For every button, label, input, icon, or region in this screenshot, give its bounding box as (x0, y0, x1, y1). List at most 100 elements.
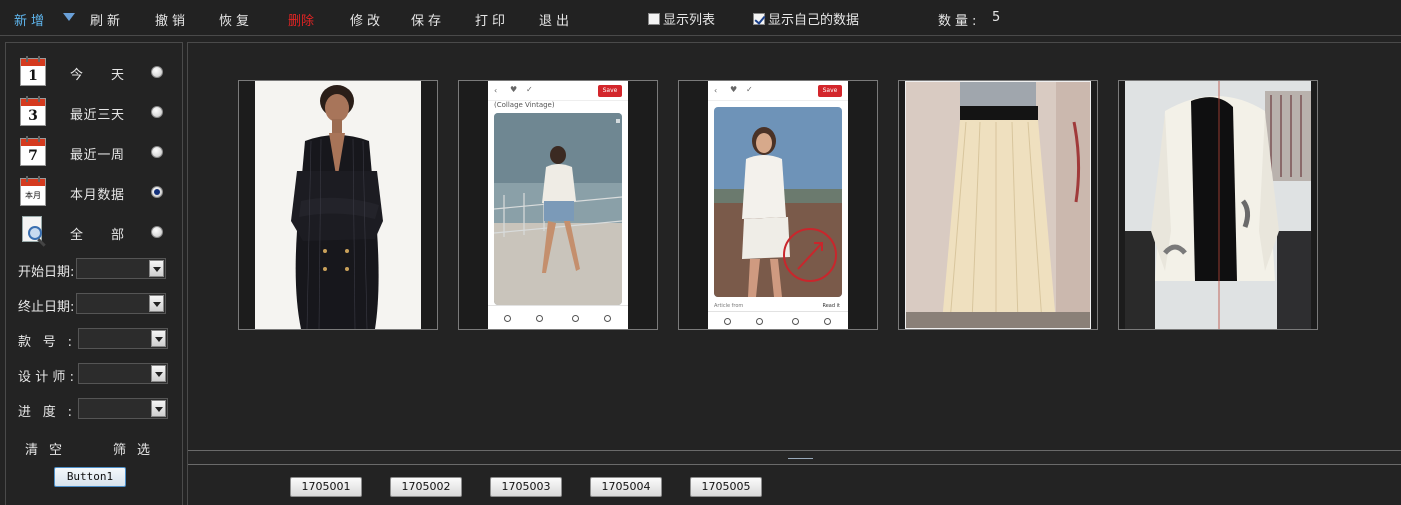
filter-sidebar: 1 今天 3 最近三天 7 最近一周 本月 本月数据 全部 开始日期: 终止日期… (5, 42, 183, 505)
sku-button[interactable]: 1705005 (690, 477, 762, 497)
progress-label: 进度: (18, 405, 72, 420)
chevron-down-icon[interactable] (151, 400, 166, 417)
profile-icon (604, 315, 611, 322)
designer-label: 设计师: (18, 370, 74, 385)
end-date-row: 终止日期: (18, 293, 178, 315)
product-photo: ‹ ♥ ✓ Save Article from Read it (708, 81, 848, 329)
show-own-data-checkbox[interactable]: 显示自己的数据 (753, 9, 859, 28)
read-it-link: Read it (822, 303, 840, 309)
exit-button[interactable]: 退出 (539, 10, 573, 29)
app-header: ‹ ♥ ✓ Save (708, 81, 848, 101)
gallery-panel: ‹ ♥ ✓ Save (Collage Vintage) ‹ ♥ ✓ Save … (187, 42, 1401, 505)
messages-icon (792, 318, 799, 325)
toolbar: 新增 刷新 撤销 恢复 删除 修改 保存 打印 退出 显示列表 显示自己的数据 … (0, 0, 1401, 36)
delete-button[interactable]: 删除 (288, 10, 314, 29)
end-date-picker[interactable] (76, 293, 166, 314)
radio-button[interactable] (151, 226, 163, 238)
calendar-3-icon: 3 (20, 96, 46, 126)
sku-button[interactable]: 1705002 (390, 477, 462, 497)
radio-button[interactable] (151, 146, 163, 158)
show-list-label: 显示列表 (663, 13, 716, 28)
date-option-label: 全部 (70, 228, 124, 243)
app-header: ‹ ♥ ✓ Save (488, 81, 628, 101)
progress-select[interactable] (78, 398, 168, 419)
button1[interactable]: Button1 (54, 467, 126, 487)
undo-button[interactable]: 撤销 (155, 10, 189, 29)
edit-button[interactable]: 修改 (350, 10, 384, 29)
radio-button[interactable] (151, 186, 163, 198)
back-icon: ‹ (494, 86, 498, 95)
search-icon (756, 318, 763, 325)
start-date-row: 开始日期: (18, 258, 178, 280)
sku-button[interactable]: 1705004 (590, 477, 662, 497)
style-number-label: 款号: (18, 335, 72, 350)
save-pin-button: Save (818, 85, 842, 97)
heart-icon: ♥ (510, 85, 518, 94)
app-footer (708, 311, 848, 329)
designer-row: 设计师: (18, 363, 178, 385)
date-option-label: 最近一周 (70, 148, 124, 163)
style-number-row: 款号: (18, 328, 178, 350)
pin-image (714, 107, 842, 297)
chevron-down-icon[interactable] (149, 260, 164, 277)
gallery-thumbnail[interactable] (238, 80, 438, 330)
designer-select[interactable] (78, 363, 168, 384)
calendar-7-icon: 7 (20, 136, 46, 166)
radio-button[interactable] (151, 106, 163, 118)
search-icon (536, 315, 543, 322)
start-date-picker[interactable] (76, 258, 166, 279)
back-icon: ‹ (714, 86, 718, 95)
product-photo (255, 81, 421, 329)
chevron-down-icon[interactable] (149, 295, 164, 312)
date-option-all[interactable]: 全部 (20, 216, 170, 248)
date-option-last-week[interactable]: 7 最近一周 (20, 136, 170, 168)
gallery-thumbnail[interactable]: ‹ ♥ ✓ Save (Collage Vintage) (458, 80, 658, 330)
date-option-label: 本月数据 (70, 188, 124, 203)
show-list-checkbox[interactable]: 显示列表 (648, 9, 715, 28)
calendar-1-icon: 1 (20, 56, 46, 86)
add-button[interactable]: 新增 (14, 10, 48, 29)
count-label: 数量: (938, 14, 981, 29)
messages-icon (572, 315, 579, 322)
date-option-label: 最近三天 (70, 108, 124, 123)
heart-icon: ♥ (730, 85, 738, 94)
date-option-last-3-days[interactable]: 3 最近三天 (20, 96, 170, 128)
checkbox-box[interactable] (753, 12, 765, 25)
profile-icon (824, 318, 831, 325)
search-document-icon (20, 216, 48, 247)
style-number-select[interactable] (78, 328, 168, 349)
check-icon: ✓ (526, 85, 533, 94)
pin-caption: (Collage Vintage) (494, 101, 555, 109)
gallery-thumbnail[interactable]: ‹ ♥ ✓ Save Article from Read it (678, 80, 878, 330)
app-footer (488, 305, 628, 329)
sku-button[interactable]: 1705003 (490, 477, 562, 497)
panel-splitter[interactable] (188, 450, 1401, 465)
date-option-this-month[interactable]: 本月 本月数据 (20, 176, 170, 208)
show-own-data-label: 显示自己的数据 (768, 13, 860, 28)
product-photo: ‹ ♥ ✓ Save (Collage Vintage) (488, 81, 628, 329)
pinterest-icon (504, 315, 511, 322)
checkbox-box[interactable] (648, 12, 660, 25)
refresh-button[interactable]: 刷新 (90, 10, 124, 29)
chevron-down-icon[interactable] (151, 365, 166, 382)
filter-button[interactable]: 筛选 (113, 439, 161, 458)
date-option-today[interactable]: 1 今天 (20, 56, 170, 88)
clear-button[interactable]: 清空 (25, 439, 73, 458)
progress-row: 进度: (18, 398, 178, 420)
pin-image (494, 113, 622, 305)
gallery-thumbnail[interactable] (898, 80, 1098, 330)
save-button[interactable]: 保存 (411, 10, 445, 29)
pinterest-icon (724, 318, 731, 325)
product-photo (905, 81, 1091, 329)
print-button[interactable]: 打印 (475, 10, 509, 29)
radio-button[interactable] (151, 66, 163, 78)
pin-source: Article from (714, 303, 744, 309)
chevron-down-icon[interactable] (151, 330, 166, 347)
check-icon: ✓ (746, 85, 753, 94)
product-photo (1125, 81, 1311, 329)
gallery-thumbnail[interactable] (1118, 80, 1318, 330)
restore-button[interactable]: 恢复 (219, 10, 253, 29)
splitter-grip-icon[interactable] (788, 458, 813, 459)
sku-button[interactable]: 1705001 (290, 477, 362, 497)
dropdown-arrow-icon[interactable] (63, 13, 75, 21)
